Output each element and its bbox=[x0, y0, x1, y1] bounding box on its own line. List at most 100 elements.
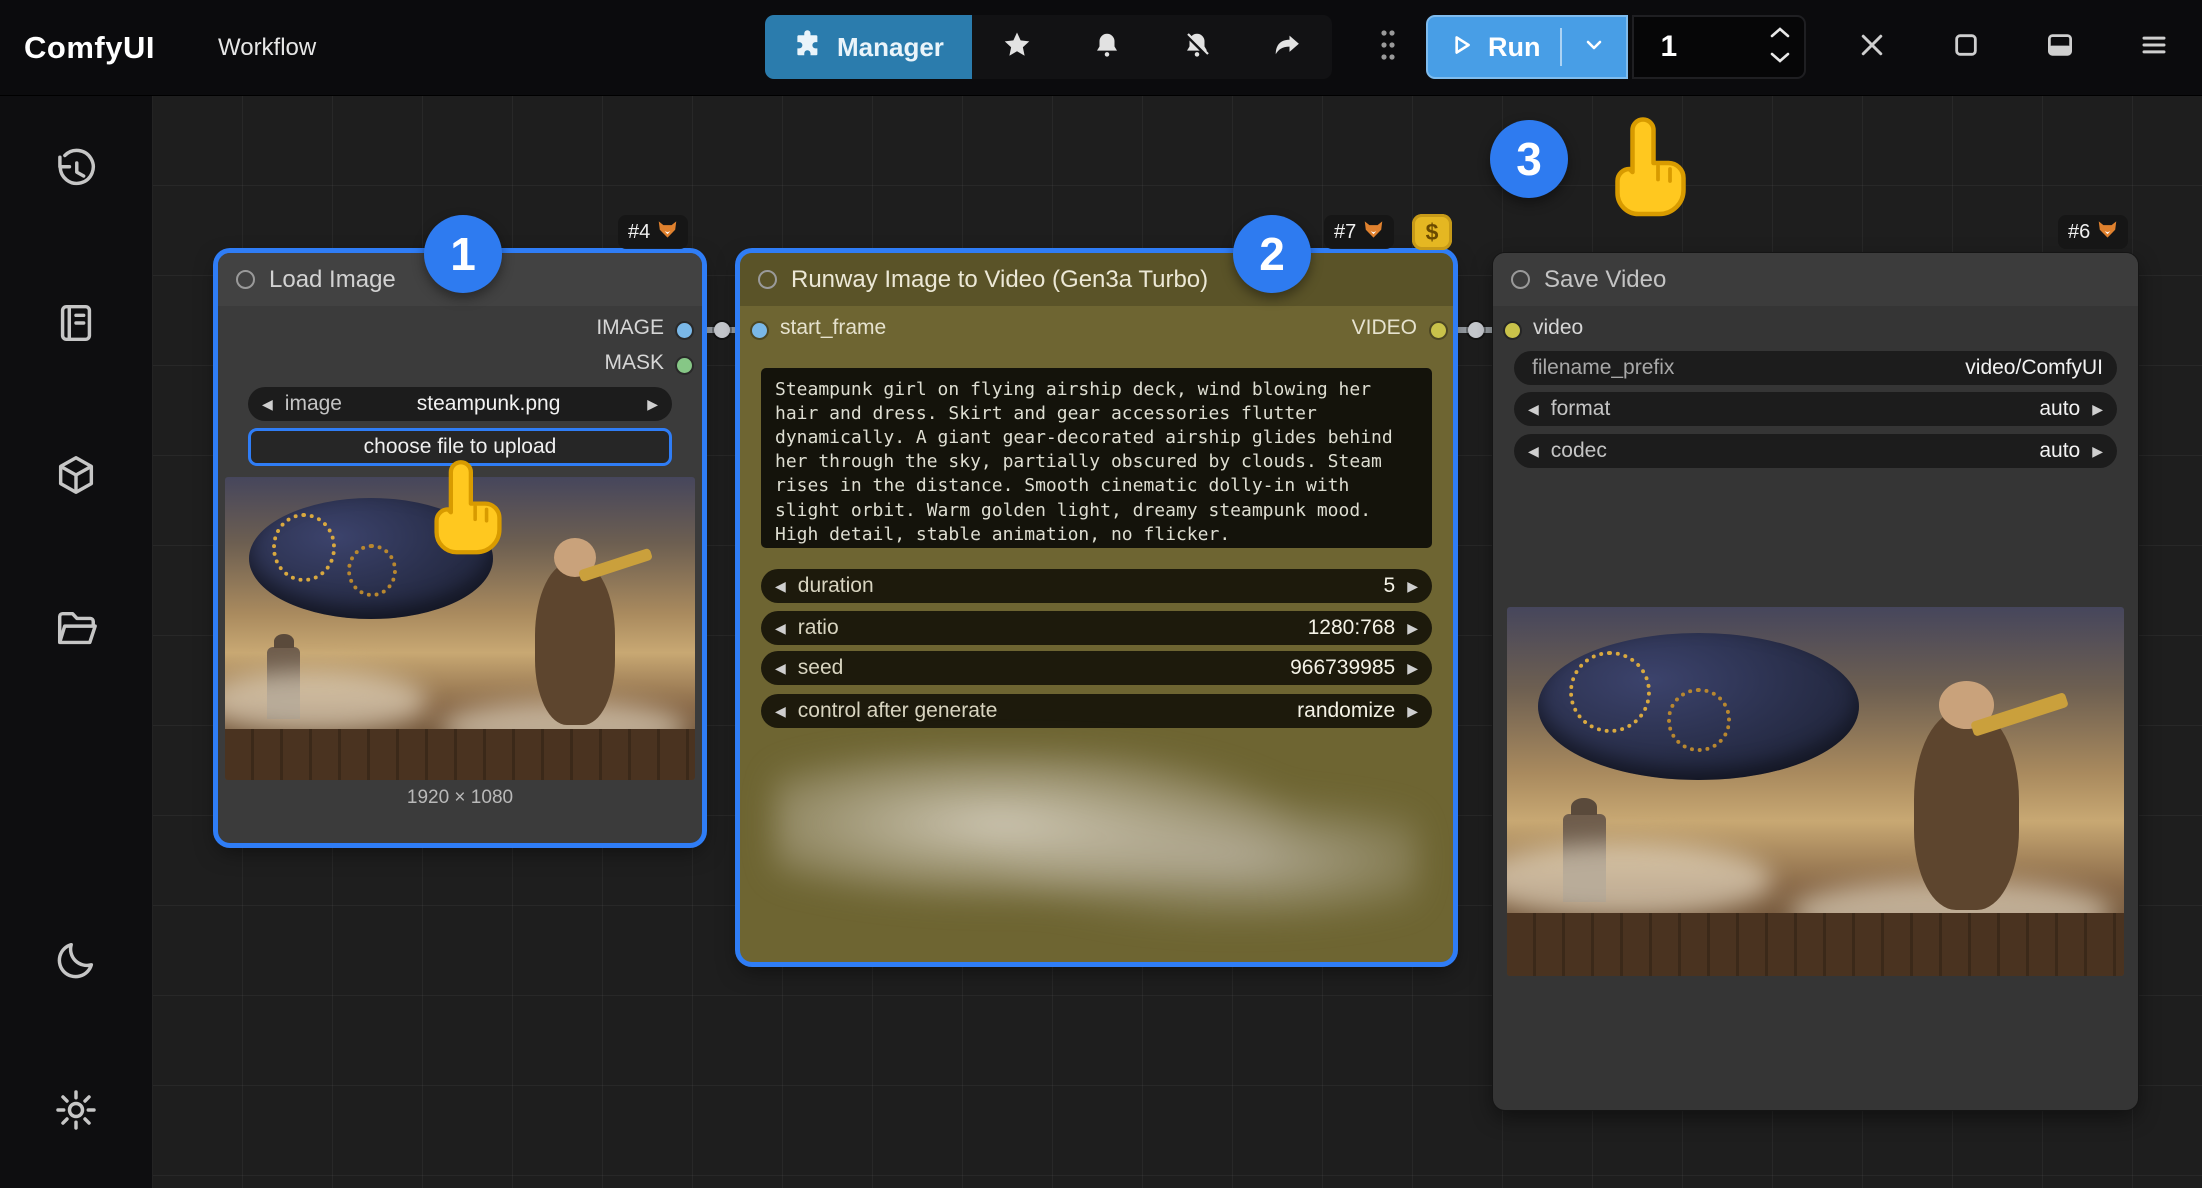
comfyui-app: ComfyUI Workflow Manager bbox=[0, 0, 2202, 1188]
close-button[interactable] bbox=[1850, 26, 1894, 70]
batch-count-value: 1 bbox=[1660, 30, 1770, 64]
widget-right-arrow-icon[interactable]: ▶ bbox=[2092, 443, 2103, 460]
node-title: Save Video bbox=[1544, 266, 1666, 294]
manager-button-label: Manager bbox=[837, 32, 944, 63]
output-slot-mask[interactable] bbox=[677, 358, 692, 373]
widget-label: seed bbox=[798, 656, 844, 680]
node-title: Load Image bbox=[269, 266, 396, 294]
node-save-video[interactable]: Save Video video filename_prefix video/C… bbox=[1493, 253, 2138, 1110]
prompt-text-widget[interactable]: Steampunk girl on flying airship deck, w… bbox=[761, 368, 1432, 548]
gear-decoration bbox=[1569, 651, 1651, 733]
input-slot-video[interactable] bbox=[1505, 323, 1520, 338]
widget-value: video/ComfyUI bbox=[1965, 356, 2103, 380]
close-icon bbox=[1857, 30, 1887, 65]
image-combo-widget[interactable]: ◀ image steampunk.png ▶ bbox=[248, 387, 672, 421]
topbar-right-icons bbox=[1850, 0, 2176, 95]
chevron-up-icon[interactable] bbox=[1770, 25, 1790, 43]
main-menu-button[interactable] bbox=[2132, 26, 2176, 70]
ratio-widget[interactable]: ◀ ratio 1280:768 ▶ bbox=[761, 611, 1432, 645]
fox-icon bbox=[657, 219, 678, 246]
widget-label: codec bbox=[1551, 439, 1607, 463]
widget-label: duration bbox=[798, 574, 874, 598]
output-label-image: IMAGE bbox=[596, 316, 664, 340]
input-label-start-frame: start_frame bbox=[780, 316, 886, 340]
control-after-generate-widget[interactable]: ◀ control after generate randomize ▶ bbox=[761, 694, 1432, 728]
widget-left-arrow-icon[interactable]: ◀ bbox=[775, 620, 786, 637]
widget-left-arrow-icon[interactable]: ◀ bbox=[775, 660, 786, 677]
collapse-dot[interactable] bbox=[758, 270, 777, 289]
settings-button[interactable] bbox=[53, 1087, 99, 1133]
paid-api-badge: $ bbox=[1412, 214, 1452, 250]
workflows-folder-icon bbox=[53, 639, 99, 656]
workflows-folder-button[interactable] bbox=[53, 606, 99, 652]
bottom-panel-button[interactable] bbox=[2038, 26, 2082, 70]
widget-left-arrow-icon[interactable]: ◀ bbox=[1528, 443, 1539, 460]
duration-widget[interactable]: ◀ duration 5 ▶ bbox=[761, 569, 1432, 603]
link-midpoint-dot[interactable] bbox=[714, 322, 730, 338]
input-label-video: video bbox=[1533, 316, 1583, 340]
notes-button[interactable] bbox=[53, 300, 99, 346]
widget-right-arrow-icon[interactable]: ▶ bbox=[1407, 703, 1418, 720]
workflow-menu[interactable]: Workflow bbox=[218, 0, 316, 95]
manager-button[interactable]: Manager bbox=[765, 15, 972, 79]
gear-decoration bbox=[272, 513, 336, 582]
history-button[interactable] bbox=[53, 148, 99, 194]
filename-prefix-widget[interactable]: filename_prefix video/ComfyUI bbox=[1514, 351, 2117, 385]
node-id-text: #7 bbox=[1334, 221, 1356, 244]
notification-button[interactable] bbox=[1062, 15, 1152, 79]
run-controls: Run 1 bbox=[1426, 15, 1806, 79]
widget-label: filename_prefix bbox=[1532, 356, 1674, 380]
image-resolution-label: 1920 × 1080 bbox=[218, 787, 702, 809]
star-button[interactable] bbox=[972, 15, 1062, 79]
node-header[interactable]: Runway Image to Video (Gen3a Turbo) bbox=[740, 253, 1453, 306]
combo-value: steampunk.png bbox=[417, 392, 561, 416]
collapse-dot[interactable] bbox=[1511, 270, 1530, 289]
toolbar-drag-handle[interactable] bbox=[1374, 25, 1402, 69]
manager-toolbar: Manager bbox=[765, 15, 1332, 79]
output-slot-image[interactable] bbox=[677, 323, 692, 338]
node-runway-image-to-video[interactable]: Runway Image to Video (Gen3a Turbo) star… bbox=[740, 253, 1453, 962]
node-header[interactable]: Save Video bbox=[1493, 253, 2138, 306]
step-2-marker: 2 bbox=[1233, 215, 1311, 293]
blurred-preview-area bbox=[774, 751, 1419, 933]
grip-icon bbox=[1376, 25, 1400, 70]
share-button[interactable] bbox=[1242, 15, 1332, 79]
bell-icon bbox=[1092, 30, 1122, 65]
menu-icon bbox=[2139, 30, 2169, 65]
share-icon bbox=[1272, 30, 1302, 65]
output-label-mask: MASK bbox=[604, 351, 664, 375]
run-button[interactable]: Run bbox=[1426, 15, 1628, 79]
video-preview bbox=[1507, 607, 2124, 976]
chevron-down-icon[interactable] bbox=[1582, 33, 1606, 62]
widget-right-arrow-icon[interactable]: ▶ bbox=[1407, 578, 1418, 595]
widget-right-arrow-icon[interactable]: ▶ bbox=[2092, 401, 2103, 418]
combo-left-arrow-icon[interactable]: ◀ bbox=[262, 396, 273, 413]
format-widget[interactable]: ◀ format auto ▶ bbox=[1514, 392, 2117, 426]
seed-widget[interactable]: ◀ seed 966739985 ▶ bbox=[761, 651, 1432, 685]
input-slot-start-frame[interactable] bbox=[752, 323, 767, 338]
widget-value: 966739985 bbox=[1290, 656, 1395, 680]
widget-right-arrow-icon[interactable]: ▶ bbox=[1407, 620, 1418, 637]
theme-toggle-button[interactable] bbox=[53, 937, 99, 983]
link-midpoint-dot[interactable] bbox=[1468, 322, 1484, 338]
stop-button[interactable] bbox=[1944, 26, 1988, 70]
widget-left-arrow-icon[interactable]: ◀ bbox=[775, 578, 786, 595]
output-slot-video[interactable] bbox=[1431, 323, 1446, 338]
widget-left-arrow-icon[interactable]: ◀ bbox=[775, 703, 786, 720]
collapse-dot[interactable] bbox=[236, 270, 255, 289]
codec-widget[interactable]: ◀ codec auto ▶ bbox=[1514, 434, 2117, 468]
history-icon bbox=[53, 181, 99, 198]
widget-left-arrow-icon[interactable]: ◀ bbox=[1528, 401, 1539, 418]
stop-square-icon bbox=[1952, 31, 1980, 64]
left-sidebar bbox=[0, 95, 153, 1188]
widget-right-arrow-icon[interactable]: ▶ bbox=[1407, 660, 1418, 677]
notification-muted-button[interactable] bbox=[1152, 15, 1242, 79]
model-library-button[interactable] bbox=[53, 452, 99, 498]
pointer-hand-icon bbox=[1598, 112, 1703, 225]
combo-label: image bbox=[285, 392, 342, 416]
combo-right-arrow-icon[interactable]: ▶ bbox=[647, 396, 658, 413]
fox-icon bbox=[1363, 219, 1384, 246]
batch-count-stepper[interactable]: 1 bbox=[1632, 15, 1806, 79]
widget-label: ratio bbox=[798, 616, 839, 640]
chevron-down-small-icon[interactable] bbox=[1770, 51, 1790, 69]
